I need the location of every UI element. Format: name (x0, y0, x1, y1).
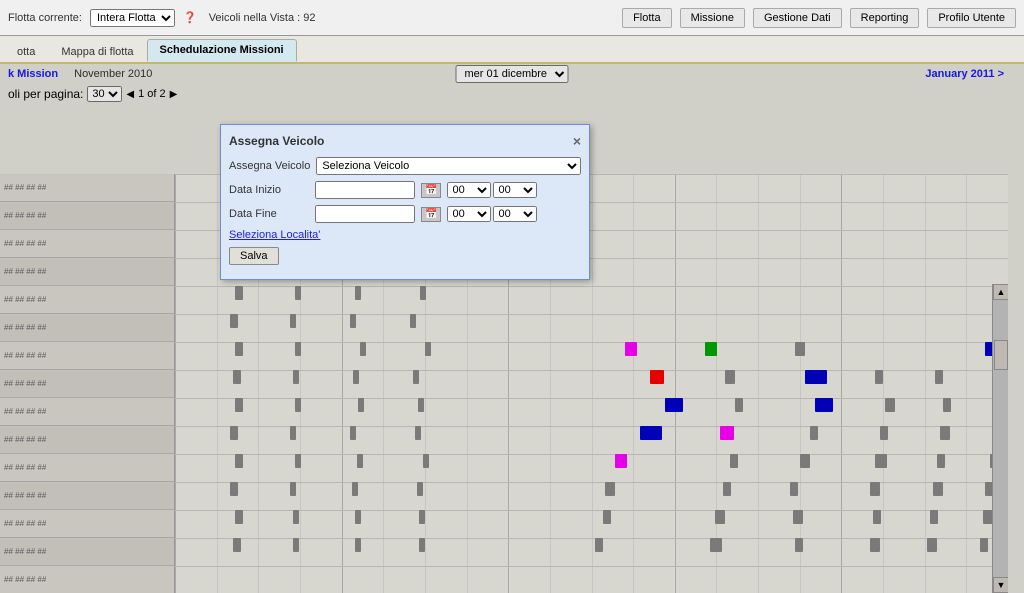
modal-save-btn[interactable]: Salva (229, 247, 279, 265)
vehicles-help-icon[interactable]: ❓ (183, 11, 197, 24)
modal-hour-inizio-select[interactable]: 00 (447, 182, 491, 198)
modal-data-fine-row: Data Fine 📅 00 00 (229, 205, 581, 223)
modal-vehicle-select[interactable]: Seleziona Veicolo (316, 157, 581, 175)
modal-min-fine-select[interactable]: 00 (493, 206, 537, 222)
tab-mappa[interactable]: Mappa di flotta (48, 41, 146, 62)
tab-flotta[interactable]: otta (4, 41, 48, 62)
tab-schedulazione[interactable]: Schedulazione Missioni (147, 39, 297, 62)
modal-title: Assegna Veicolo (229, 134, 324, 148)
nav-flotta[interactable]: Flotta (622, 8, 672, 28)
modal-calendar-inizio-icon[interactable]: 📅 (421, 183, 441, 198)
modal-dialog: Assegna Veicolo × Assegna Veicolo Selezi… (220, 124, 590, 280)
modal-time-fine-group: 00 00 (447, 206, 537, 222)
modal-data-fine-input[interactable] (315, 205, 415, 223)
modal-data-inizio-label: Data Inizio (229, 184, 309, 196)
nav-profilo-utente[interactable]: Profilo Utente (927, 8, 1016, 28)
modal-localita-link[interactable]: Seleziona Localita' (229, 229, 320, 241)
modal-data-inizio-row: Data Inizio 📅 00 00 (229, 181, 581, 199)
nav-missione[interactable]: Missione (680, 8, 745, 28)
main-content: k Mission November 2010 mer 01 dicembre … (0, 64, 1024, 593)
modal-time-inizio-group: 00 00 (447, 182, 537, 198)
nav-reporting[interactable]: Reporting (850, 8, 920, 28)
fleet-label: Flotta corrente: (8, 12, 82, 24)
modal-vehicle-label: Assegna Veicolo (229, 160, 310, 172)
modal-title-row: Assegna Veicolo × (229, 133, 581, 149)
tab-bar: otta Mappa di flotta Schedulazione Missi… (0, 36, 1024, 64)
modal-localita-row: Seleziona Localita' (229, 229, 581, 241)
modal-hour-fine-select[interactable]: 00 (447, 206, 491, 222)
vehicles-info: Veicoli nella Vista : 92 (209, 12, 316, 24)
modal-data-fine-label: Data Fine (229, 208, 309, 220)
modal-data-inizio-input[interactable] (315, 181, 415, 199)
modal-min-inizio-select[interactable]: 00 (493, 182, 537, 198)
modal-overlay[interactable]: Assegna Veicolo × Assegna Veicolo Selezi… (0, 64, 1024, 593)
modal-calendar-fine-icon[interactable]: 📅 (421, 207, 441, 222)
modal-close-btn[interactable]: × (573, 133, 581, 149)
modal-vehicle-row: Assegna Veicolo Seleziona Veicolo (229, 157, 581, 175)
top-bar: Flotta corrente: Intera Flotta ❓ Veicoli… (0, 0, 1024, 36)
fleet-select[interactable]: Intera Flotta (90, 9, 175, 27)
nav-gestione-dati[interactable]: Gestione Dati (753, 8, 842, 28)
modal-save-row: Salva (229, 247, 581, 265)
